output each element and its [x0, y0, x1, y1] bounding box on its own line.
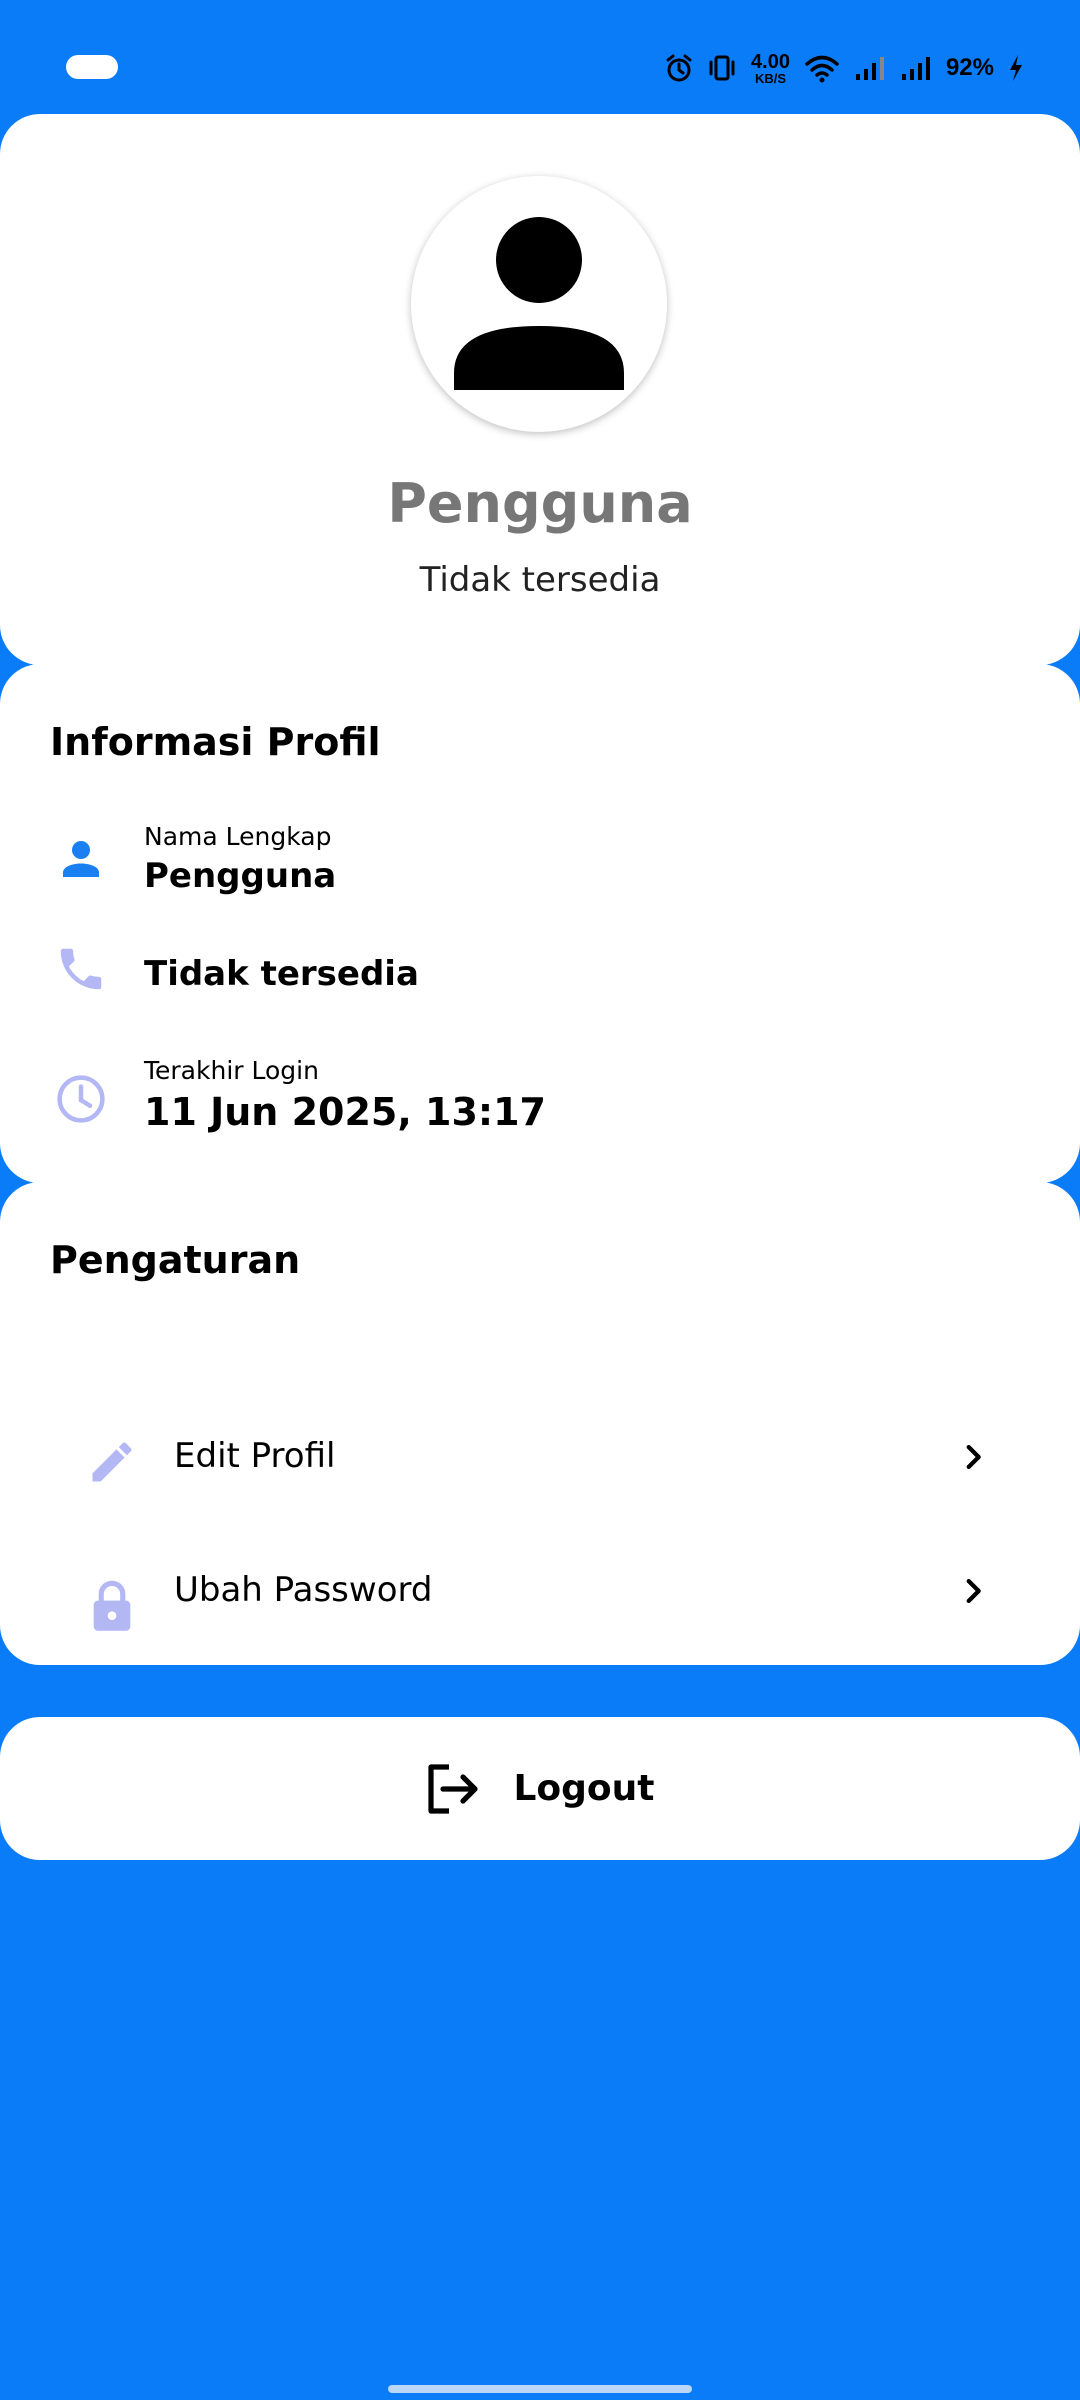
full-name-label: Nama Lengkap: [144, 822, 332, 851]
profile-name: Pengguna: [387, 472, 693, 535]
last-login-label: Terakhir Login: [144, 1056, 319, 1085]
profile-card: Pengguna Tidak tersedia: [0, 114, 1080, 665]
settings-card: Pengaturan Edit Profil Ubah Password: [0, 1182, 1080, 1665]
status-bar: 4.00 KB/S 92%: [0, 0, 1080, 115]
section-title-info: Informasi Profil: [50, 720, 381, 764]
change-password-button[interactable]: Ubah Password: [0, 1536, 1080, 1666]
avatar[interactable]: [411, 176, 667, 432]
network-speed-value: 4.00: [751, 50, 790, 73]
clock-icon: [57, 1075, 105, 1123]
change-password-label: Ubah Password: [174, 1570, 433, 1610]
network-speed: 4.00 KB/S: [751, 52, 790, 85]
edit-profile-label: Edit Profil: [174, 1436, 336, 1476]
charging-icon: [1010, 55, 1022, 81]
logout-label: Logout: [513, 1768, 655, 1809]
edit-profile-button[interactable]: Edit Profil: [0, 1392, 1080, 1522]
profile-info-card: Informasi Profil Nama Lengkap Pengguna T…: [0, 664, 1080, 1183]
logout-icon: [428, 1763, 479, 1814]
signal-icon-1: [855, 57, 884, 80]
wifi-icon: [805, 55, 839, 83]
chevron-right-icon: [966, 1578, 981, 1604]
info-row-last-login: Terakhir Login 11 Jun 2025, 13:17: [0, 1048, 1080, 1148]
profile-subtitle: Tidak tersedia: [419, 560, 661, 600]
last-login-value: 11 Jun 2025, 13:17: [144, 1090, 546, 1134]
status-pill: [66, 55, 118, 79]
status-icons: 4.00 KB/S 92%: [665, 48, 1024, 88]
home-indicator[interactable]: [388, 2385, 692, 2393]
logout-button[interactable]: Logout: [0, 1717, 1080, 1860]
section-title-settings: Pengaturan: [50, 1238, 301, 1282]
person-icon: [454, 217, 624, 390]
phone-icon: [60, 948, 102, 990]
pencil-icon: [92, 1442, 132, 1482]
lock-icon: [93, 1580, 131, 1631]
info-row-phone: Tidak tersedia: [0, 942, 1080, 1012]
full-name-value: Pengguna: [144, 856, 337, 896]
network-speed-unit: KB/S: [754, 70, 787, 86]
phone-value: Tidak tersedia: [144, 954, 419, 994]
alarm-icon: [666, 54, 692, 82]
vibrate-icon: [709, 55, 735, 81]
info-row-full-name: Nama Lengkap Pengguna: [0, 814, 1080, 904]
person-icon: [63, 841, 99, 877]
battery-percent: 92%: [945, 54, 994, 81]
signal-icon-2: [901, 57, 930, 80]
chevron-right-icon: [966, 1444, 981, 1470]
